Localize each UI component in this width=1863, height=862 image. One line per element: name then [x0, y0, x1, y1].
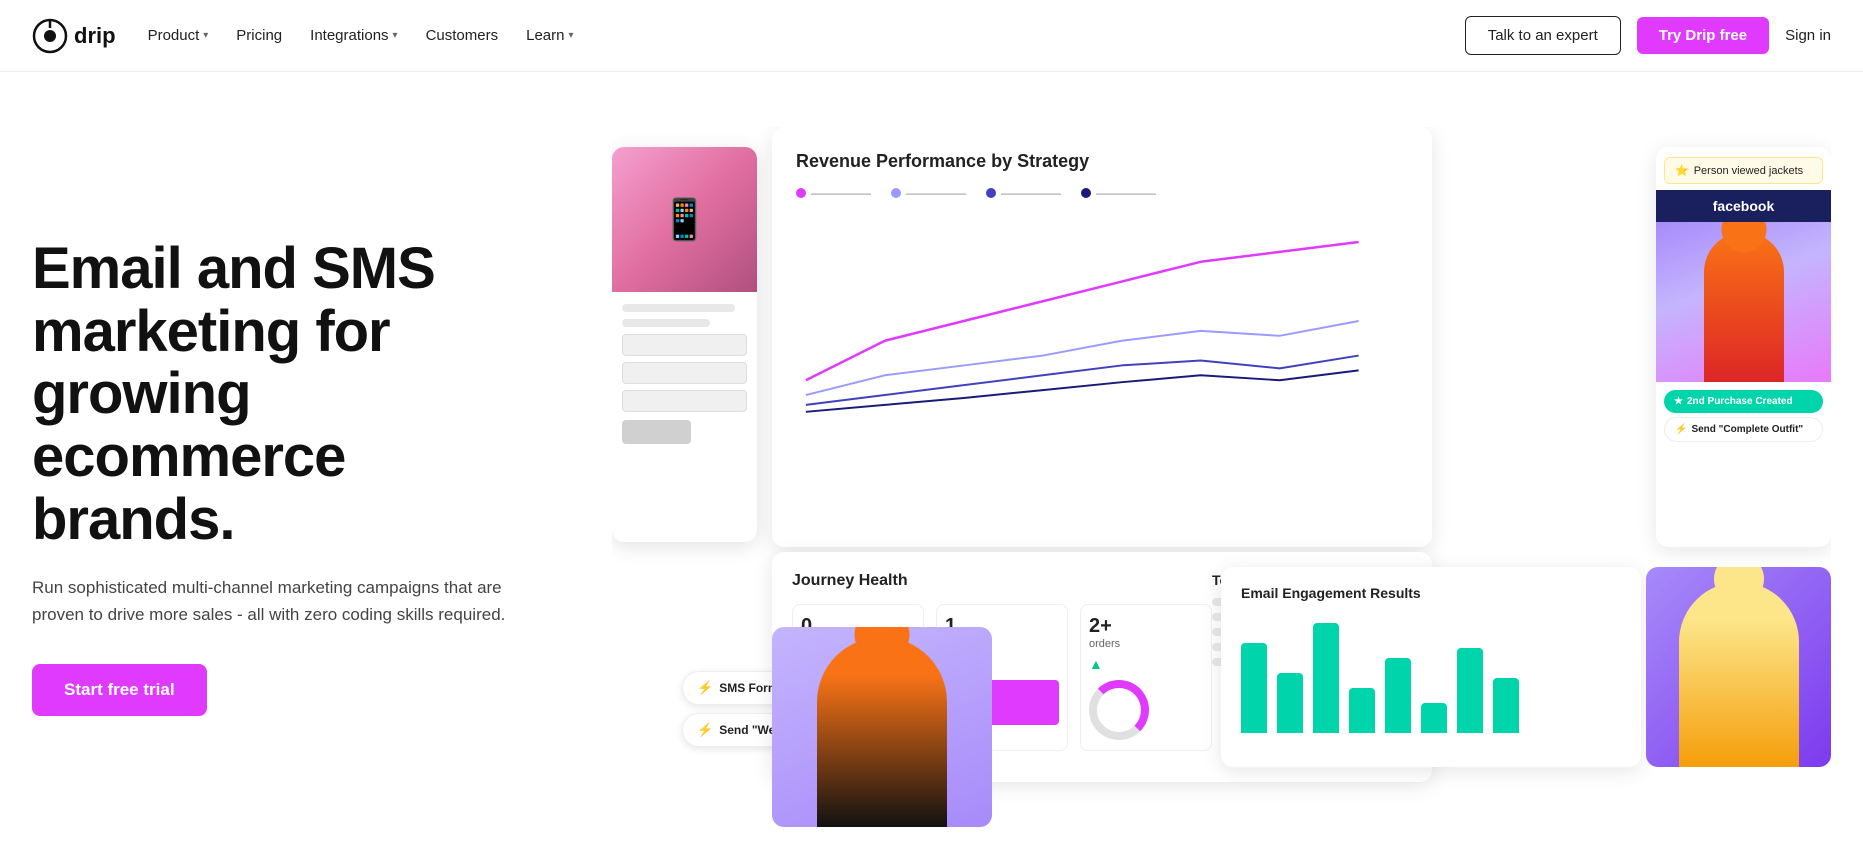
person-figure	[1646, 567, 1831, 767]
bar-item	[1493, 678, 1519, 733]
donut-chart	[1089, 680, 1149, 740]
nav-integrations[interactable]: Integrations ▾	[310, 27, 397, 44]
mobile-card-body	[612, 292, 757, 456]
revenue-chart-title: Revenue Performance by Strategy	[796, 151, 1408, 172]
bar-item	[1457, 648, 1483, 733]
person-head	[855, 627, 910, 662]
journey-title: Journey Health	[792, 572, 1212, 590]
person-viewed-tag: ⭐ Person viewed jackets	[1664, 157, 1823, 184]
submit-button-mock	[622, 420, 691, 444]
facebook-image	[1656, 222, 1831, 382]
chevron-down-icon: ▾	[568, 30, 573, 41]
arrow-up-icon: ▲	[1089, 656, 1203, 672]
mockup-container: 📱 ⚡ SMS Form Submitted ⚡	[612, 127, 1831, 827]
bar	[1457, 648, 1483, 733]
nav-right: Talk to an expert Try Drip free Sign in	[1465, 16, 1831, 55]
nav-left: drip Product ▾ Pricing Integrations ▾ Cu…	[32, 18, 574, 54]
legend-item: —————	[986, 186, 1061, 200]
input-field-mock	[622, 390, 747, 412]
bar-item	[1385, 658, 1411, 733]
signin-button[interactable]: Sign in	[1785, 27, 1831, 44]
revenue-chart-svg	[796, 216, 1408, 426]
lightning-icon: ⚡	[1675, 424, 1687, 435]
bar-item	[1277, 673, 1303, 733]
bar-item	[1241, 643, 1267, 733]
talk-to-expert-button[interactable]: Talk to an expert	[1465, 16, 1621, 55]
facebook-card: ⭐ Person viewed jackets facebook ★ 2nd P…	[1656, 147, 1831, 547]
nav-pricing[interactable]: Pricing	[236, 27, 282, 44]
bar	[1493, 678, 1519, 733]
start-free-trial-button[interactable]: Start free trial	[32, 664, 207, 716]
person-figure	[772, 627, 992, 827]
bar-chart	[1241, 613, 1621, 733]
journey-col-2: 2+ orders ▲	[1080, 604, 1212, 751]
legend-dot	[1081, 188, 1091, 198]
chevron-down-icon: ▾	[203, 30, 208, 41]
logo-text: drip	[74, 23, 116, 49]
person-head	[1714, 567, 1764, 604]
legend-item: —————	[796, 186, 871, 200]
nav-customers[interactable]: Customers	[426, 27, 499, 44]
person-silhouette	[817, 637, 947, 827]
try-drip-free-button[interactable]: Try Drip free	[1637, 17, 1769, 54]
nav-product[interactable]: Product ▾	[148, 27, 209, 44]
legend-item: —————	[891, 186, 966, 200]
chart-legend: ————— ————— ————— —————	[796, 186, 1408, 200]
content-line	[622, 319, 710, 327]
nav-links: Product ▾ Pricing Integrations ▾ Custome…	[148, 27, 574, 44]
nav-learn[interactable]: Learn ▾	[526, 27, 573, 44]
chevron-down-icon: ▾	[393, 30, 398, 41]
email-results-title: Email Engagement Results	[1241, 585, 1621, 601]
legend-dot	[986, 188, 996, 198]
hero-left: Email and SMS marketing for growing ecom…	[32, 238, 552, 716]
bar	[1421, 703, 1447, 733]
hero-subheading: Run sophisticated multi-channel marketin…	[32, 575, 512, 628]
email-results-card: Email Engagement Results	[1221, 567, 1641, 767]
bar	[1349, 688, 1375, 733]
journey-col-num: 2+	[1089, 615, 1203, 638]
bar	[1241, 643, 1267, 733]
second-purchase-badge: ★ 2nd Purchase Created	[1664, 390, 1823, 413]
person-right-card	[1646, 567, 1831, 767]
legend-dot	[891, 188, 901, 198]
person-silhouette	[1704, 232, 1784, 382]
hero-heading: Email and SMS marketing for growing ecom…	[32, 238, 552, 551]
star-icon: ⭐	[1675, 164, 1689, 177]
facebook-header: facebook	[1656, 190, 1831, 222]
mobile-form-card: 📱	[612, 147, 757, 542]
chart-area	[796, 216, 1408, 426]
complete-outfit-badge: ⚡ Send "Complete Outfit"	[1664, 417, 1823, 442]
phone-icon: 📱	[660, 196, 710, 243]
bar	[1313, 623, 1339, 733]
lightning-icon: ⚡	[697, 680, 713, 696]
hero-section: Email and SMS marketing for growing ecom…	[0, 72, 1863, 862]
input-field-mock	[622, 362, 747, 384]
person-figure	[1656, 222, 1831, 382]
journey-col-label: orders	[1089, 638, 1203, 650]
hero-right: 📱 ⚡ SMS Form Submitted ⚡	[612, 127, 1831, 827]
bar	[1385, 658, 1411, 733]
bar	[1277, 673, 1303, 733]
content-line	[622, 304, 735, 312]
logo[interactable]: drip	[32, 18, 116, 54]
input-field-mock	[622, 334, 747, 356]
star-icon: ★	[1674, 396, 1683, 407]
person-silhouette	[1679, 582, 1799, 767]
bar-item	[1313, 623, 1339, 733]
mobile-card-image: 📱	[612, 147, 757, 292]
person-bottom-card	[772, 627, 992, 827]
navbar: drip Product ▾ Pricing Integrations ▾ Cu…	[0, 0, 1863, 72]
legend-dot	[796, 188, 806, 198]
lightning-icon: ⚡	[697, 722, 713, 738]
bar-item	[1421, 703, 1447, 733]
revenue-chart-card: Revenue Performance by Strategy ————— ——…	[772, 127, 1432, 547]
person-head	[1721, 222, 1766, 252]
bar-item	[1349, 688, 1375, 733]
legend-item: —————	[1081, 186, 1156, 200]
